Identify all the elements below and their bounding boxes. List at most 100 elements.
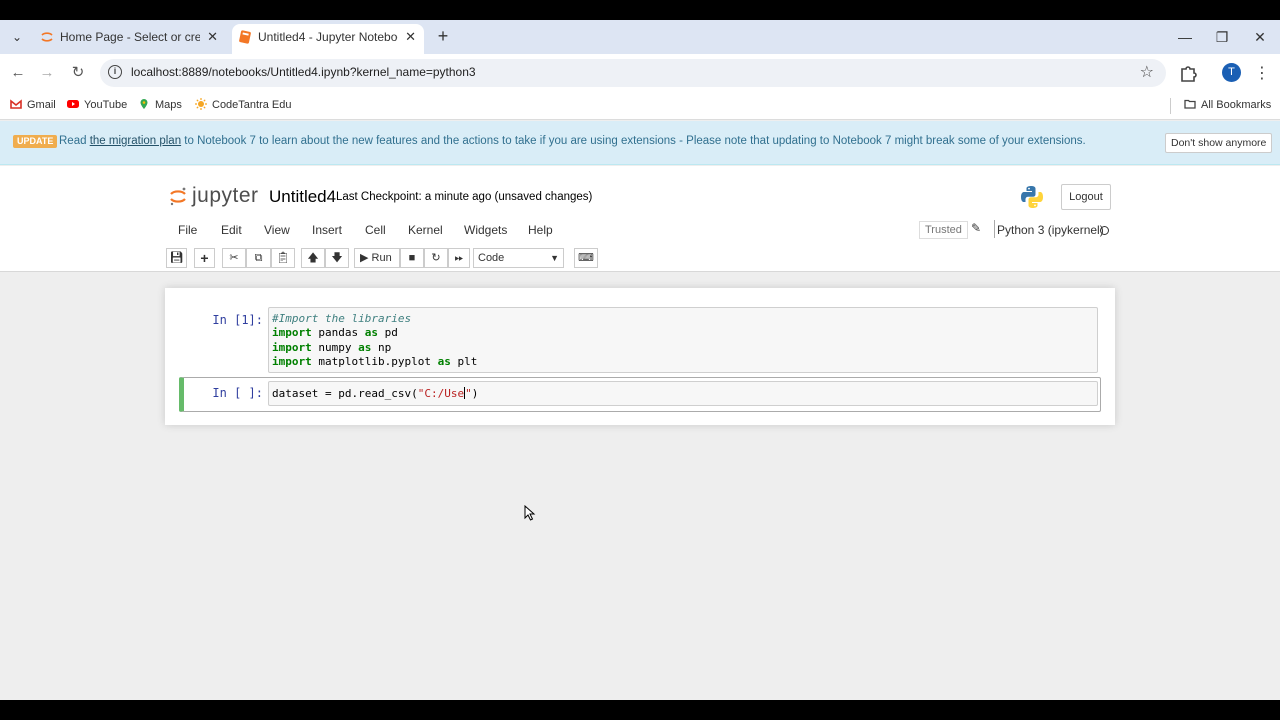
command-palette-button[interactable]: ⌨ (574, 248, 598, 268)
navigation-bar: ← → ↻ i localhost:8889/notebooks/Untitle… (0, 54, 1280, 92)
bookmark-star-icon[interactable]: ☆ (1140, 62, 1154, 82)
menu-kernel[interactable]: Kernel (408, 223, 443, 237)
close-window-button[interactable]: ✕ (1245, 26, 1275, 48)
minimize-icon: — (1178, 29, 1192, 45)
code-cell-2-active[interactable]: In [ ]: dataset = pd.read_csv("C:/Use") (179, 377, 1101, 412)
paste-button[interactable]: 📋︎ (271, 248, 295, 268)
keyboard-icon: ⌨ (578, 252, 594, 264)
arrow-down-icon: 🡇 (331, 252, 343, 264)
bookmarks-bar: Gmail YouTube Maps CodeTantra Edu All Bo (0, 92, 1280, 120)
chevron-down-icon: ▼ (550, 253, 559, 263)
close-icon: ✕ (1254, 29, 1266, 45)
plus-icon: + (437, 26, 449, 46)
codetantra-icon (195, 98, 207, 110)
bookmark-maps[interactable]: Maps (138, 98, 182, 111)
bookmark-label: YouTube (84, 99, 128, 111)
menu-edit[interactable]: Edit (221, 223, 242, 237)
copy-button[interactable]: ⧉ (246, 248, 271, 268)
stop-icon: ■ (408, 252, 416, 264)
insert-cell-button[interactable]: + (194, 248, 215, 268)
browser-window: ⌄ Home Page - Select or create a noteboo… (0, 20, 1280, 700)
menu-file[interactable]: File (178, 223, 197, 237)
update-banner: UPDATE Read the migration plan to Notebo… (0, 121, 1280, 165)
cell-type-value: Code (478, 252, 505, 264)
copy-icon: ⧉ (254, 252, 263, 264)
kernel-idle-indicator (1100, 226, 1109, 235)
site-info-icon[interactable]: i (108, 65, 122, 79)
code-line: #Import the libraries (272, 312, 412, 325)
close-icon[interactable]: ✕ (405, 24, 416, 50)
scissors-icon: ✂ (229, 252, 239, 264)
tab-untitled4[interactable]: Untitled4 - Jupyter Notebook ✕ (232, 24, 424, 54)
save-icon: 💾︎ (169, 252, 184, 264)
kernel-name[interactable]: Python 3 (ipykernel) (997, 223, 1104, 237)
notebook-favicon-icon (239, 30, 251, 44)
bookmark-label: Maps (155, 99, 182, 111)
tab-strip: ⌄ Home Page - Select or create a noteboo… (0, 20, 1280, 54)
reload-icon: ↻ (71, 64, 85, 81)
code-editor[interactable]: #Import the libraries import pandas as p… (268, 307, 1098, 373)
address-bar[interactable]: i localhost:8889/notebooks/Untitled4.ipy… (100, 59, 1166, 87)
close-icon[interactable]: ✕ (207, 24, 218, 50)
menu-view[interactable]: View (264, 223, 290, 237)
extensions-puzzle-icon[interactable] (1178, 63, 1198, 83)
code-line: import pandas as pd (272, 326, 398, 340)
cell-type-select[interactable]: Code ▼ (473, 248, 564, 268)
restart-icon: ↻ (431, 252, 441, 264)
reload-button[interactable]: ↻ (67, 62, 89, 84)
restart-run-all-button[interactable]: ⏩︎ (448, 248, 470, 268)
folder-icon (1184, 99, 1196, 109)
url-text[interactable]: localhost:8889/notebooks/Untitled4.ipynb… (131, 65, 476, 79)
menu-insert[interactable]: Insert (312, 223, 342, 237)
all-bookmarks-button[interactable]: All Bookmarks (1184, 98, 1271, 111)
notebook-toolbar: 💾︎ + ✂ ⧉ 📋︎ 🡅 🡇 ▶ Run ■ ↻ ⏩︎ Code ▼ ⌨ (166, 248, 1114, 272)
profile-avatar[interactable]: T (1222, 63, 1241, 82)
dont-show-anymore-button[interactable]: Don't show anymore (1165, 133, 1273, 153)
youtube-icon (67, 100, 79, 108)
back-button[interactable]: ← (7, 62, 29, 84)
jupyter-wordmark: jupyter (192, 184, 259, 207)
bookmark-gmail[interactable]: Gmail (10, 98, 56, 111)
save-button[interactable]: 💾︎ (166, 248, 187, 268)
logout-button[interactable]: Logout (1061, 184, 1111, 210)
minimize-button[interactable]: — (1170, 26, 1200, 48)
tab-home-page[interactable]: Home Page - Select or create a notebook … (34, 24, 226, 54)
code-line: dataset = pd.read_csv("C:/Use") (272, 387, 479, 400)
bottom-letterbox (0, 700, 1280, 720)
move-up-button[interactable]: 🡅 (301, 248, 325, 268)
restart-button[interactable]: ↻ (424, 248, 448, 268)
code-cell-1[interactable]: In [1]: #Import the libraries import pan… (179, 304, 1101, 374)
play-icon: ▶ (360, 252, 369, 264)
input-prompt: In [ ]: (212, 386, 263, 400)
bookmark-label: Gmail (27, 99, 56, 111)
menu-cell[interactable]: Cell (365, 223, 386, 237)
new-tab-button[interactable]: + (432, 26, 454, 48)
forward-button[interactable]: → (36, 62, 58, 84)
tab-search-button[interactable]: ⌄ (6, 26, 28, 48)
jupyter-logo-icon (170, 187, 186, 206)
restore-button[interactable]: ❐ (1207, 26, 1237, 48)
interrupt-button[interactable]: ■ (400, 248, 424, 268)
tab-title: Home Page - Select or create a notebook (60, 30, 200, 44)
bookmark-youtube[interactable]: YouTube (67, 98, 127, 111)
move-down-button[interactable]: 🡇 (325, 248, 349, 268)
python-logo-icon (1021, 186, 1043, 208)
cut-button[interactable]: ✂ (222, 248, 246, 268)
trusted-indicator[interactable]: Trusted (919, 221, 968, 239)
menu-help[interactable]: Help (528, 223, 553, 237)
migration-plan-link[interactable]: the migration plan (90, 135, 181, 147)
bookmark-label: All Bookmarks (1201, 99, 1272, 111)
browser-menu-icon[interactable]: ⋮ (1254, 63, 1270, 83)
bookmark-codetantra[interactable]: CodeTantra Edu (195, 98, 292, 111)
code-editor[interactable]: dataset = pd.read_csv("C:/Use") (268, 381, 1098, 406)
run-button[interactable]: ▶ Run (354, 248, 400, 268)
input-prompt: In [1]: (212, 313, 263, 327)
notebook-name[interactable]: Untitled4 (269, 187, 336, 207)
arrow-up-icon: 🡅 (307, 252, 319, 264)
bookmark-label: CodeTantra Edu (212, 99, 292, 111)
tab-title: Untitled4 - Jupyter Notebook (258, 30, 398, 44)
menu-widgets[interactable]: Widgets (464, 223, 507, 237)
run-label: Run (371, 252, 392, 264)
menu-bar: File Edit View Insert Cell Kernel Widget… (166, 218, 1114, 242)
arrow-left-icon: ← (10, 64, 26, 81)
